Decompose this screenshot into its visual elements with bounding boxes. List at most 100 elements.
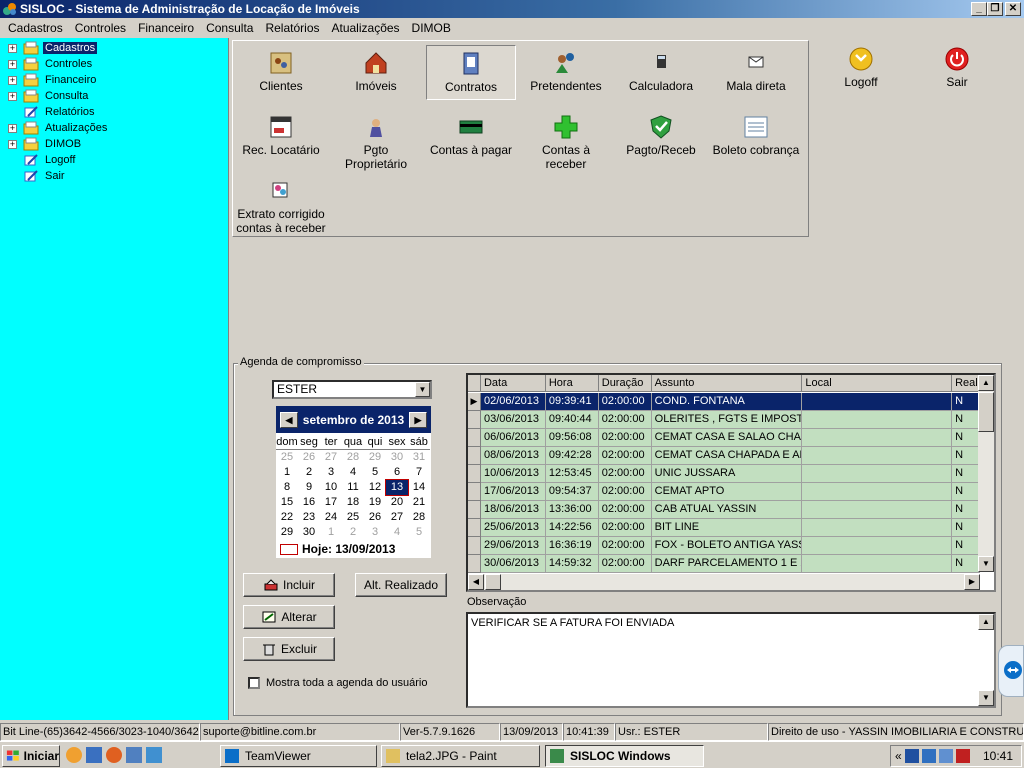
calendar-day[interactable]: 27 bbox=[386, 510, 408, 525]
shortcut-clientes[interactable]: Clientes bbox=[236, 45, 326, 98]
calendar-day[interactable]: 9 bbox=[298, 480, 320, 495]
calendar-day[interactable]: 31 bbox=[408, 450, 430, 465]
calendar-day[interactable]: 10 bbox=[320, 480, 342, 495]
show-all-agenda-option[interactable]: Mostra toda a agenda do usuário bbox=[248, 677, 427, 689]
calendar-day[interactable]: 26 bbox=[298, 450, 320, 465]
show-all-agenda-checkbox[interactable] bbox=[248, 677, 260, 689]
scroll-thumb[interactable] bbox=[978, 392, 994, 432]
calendar-day[interactable]: 25 bbox=[276, 450, 298, 465]
shortcut-mala-direta[interactable]: Mala direta bbox=[711, 45, 801, 98]
calendar-day[interactable]: 12 bbox=[364, 480, 386, 495]
calendar-day[interactable]: 5 bbox=[364, 465, 386, 480]
calendar-day[interactable]: 18 bbox=[342, 495, 364, 510]
calendar-day[interactable]: 3 bbox=[320, 465, 342, 480]
expand-icon[interactable]: + bbox=[8, 59, 17, 69]
firefox-icon[interactable] bbox=[106, 747, 122, 763]
calendar-day[interactable]: 2 bbox=[342, 525, 364, 540]
expand-icon[interactable]: + bbox=[8, 91, 17, 101]
calendar-day[interactable]: 16 bbox=[298, 495, 320, 510]
column-header[interactable]: Data bbox=[480, 375, 546, 392]
table-row[interactable]: 18/06/2013 13:36:00 02:00:00 CAB ATUAL YASS… bbox=[468, 501, 981, 519]
grid-horizontal-scrollbar[interactable]: ◀ ▶ bbox=[468, 574, 980, 590]
obs-scroll-up-icon[interactable]: ▲ bbox=[978, 614, 994, 630]
scroll-down-icon[interactable]: ▼ bbox=[978, 556, 994, 572]
table-row[interactable]: 08/06/2013 09:42:28 02:00:00 CEMAT CASA CHA… bbox=[468, 447, 981, 465]
grid-vertical-scrollbar[interactable]: ▲ ▼ bbox=[978, 375, 994, 572]
next-month-button[interactable]: ▶ bbox=[408, 411, 427, 428]
calendar-day[interactable]: 2 bbox=[298, 465, 320, 480]
menu-dimob[interactable]: DIMOB bbox=[406, 21, 457, 35]
media-player-icon[interactable] bbox=[66, 747, 82, 763]
prev-month-button[interactable]: ◀ bbox=[280, 411, 298, 428]
alt-realizado-button[interactable]: Alt. Realizado bbox=[355, 573, 447, 597]
tree-item-atualizacoes[interactable]: + Atualizações bbox=[0, 120, 109, 136]
tree-item-cadastros[interactable]: + Cadastros bbox=[0, 40, 98, 56]
calendar-day[interactable]: 23 bbox=[298, 510, 320, 525]
chevron-down-icon[interactable]: ▼ bbox=[415, 382, 430, 397]
calendar-day[interactable]: 25 bbox=[342, 510, 364, 525]
calendar-day[interactable]: 6 bbox=[386, 465, 408, 480]
scroll-up-icon[interactable]: ▲ bbox=[978, 375, 994, 391]
tree-item-relatorios[interactable]: Relatórios bbox=[0, 104, 97, 120]
calendar-day[interactable]: 20 bbox=[386, 495, 408, 510]
shortcut-contas-a-receber[interactable]: Contas à receber bbox=[521, 109, 611, 176]
shortcut-calculadora[interactable]: Calculadora bbox=[616, 45, 706, 98]
tree-item-sair[interactable]: Sair bbox=[0, 168, 67, 184]
calendar-day[interactable]: 1 bbox=[320, 525, 342, 540]
menu-controles[interactable]: Controles bbox=[69, 21, 132, 35]
teamviewer-side-tab[interactable] bbox=[998, 645, 1024, 697]
calendar-day[interactable]: 26 bbox=[364, 510, 386, 525]
tree-item-dimob[interactable]: + DIMOB bbox=[0, 136, 83, 152]
shortcut-boleto-cobranca[interactable]: Boleto cobrança bbox=[711, 109, 801, 162]
calendar-day[interactable]: 30 bbox=[386, 450, 408, 465]
calendar-day[interactable]: 4 bbox=[386, 525, 408, 540]
calendar-day[interactable]: 7 bbox=[408, 465, 430, 480]
calendar-day[interactable]: 5 bbox=[408, 525, 430, 540]
network-icon[interactable] bbox=[904, 749, 919, 763]
table-row[interactable]: 10/06/2013 12:53:45 02:00:00 UNIC JUSSARA N bbox=[468, 465, 981, 483]
table-row[interactable]: 06/06/2013 09:56:08 02:00:00 CEMAT CASA E S… bbox=[468, 429, 981, 447]
hscroll-thumb[interactable] bbox=[485, 574, 501, 590]
table-row[interactable]: 17/06/2013 09:54:37 02:00:00 CEMAT APTO N bbox=[468, 483, 981, 501]
close-button[interactable]: ✕ bbox=[1005, 2, 1021, 16]
calendar-day[interactable]: 21 bbox=[408, 495, 430, 510]
calendar-day[interactable]: 29 bbox=[364, 450, 386, 465]
tray-expand-icon[interactable]: « bbox=[895, 749, 902, 763]
taskbar-task-tela2-jpg-paint[interactable]: tela2.JPG - Paint bbox=[381, 745, 540, 767]
table-row[interactable]: ▶ 02/06/2013 09:39:41 02:00:00 COND. FONTANA… bbox=[468, 393, 981, 411]
calendar-day[interactable]: 8 bbox=[276, 480, 298, 495]
calendar-day[interactable]: 28 bbox=[342, 450, 364, 465]
shortcut-extrato-corrigido-contas-a-receber[interactable]: Extrato corrigido contas à receber bbox=[236, 173, 326, 240]
sair-shortcut[interactable]: Sair bbox=[912, 46, 1002, 89]
calendar-day[interactable]: 13 bbox=[385, 479, 409, 496]
taskbar-task-teamviewer[interactable]: TeamViewer bbox=[220, 745, 377, 767]
teamviewer-tray-icon[interactable] bbox=[921, 749, 936, 763]
tree-item-logoff[interactable]: Logoff bbox=[0, 152, 77, 168]
calendar-day[interactable]: 11 bbox=[342, 480, 364, 495]
column-header[interactable]: Local bbox=[802, 375, 953, 392]
menu-relatorios[interactable]: Relatórios bbox=[259, 21, 325, 35]
calendar-day[interactable]: 3 bbox=[364, 525, 386, 540]
column-header[interactable]: Hora bbox=[545, 375, 599, 392]
menu-cadastros[interactable]: Cadastros bbox=[2, 21, 69, 35]
expand-icon[interactable]: + bbox=[8, 139, 17, 149]
column-header[interactable]: Real bbox=[952, 375, 981, 392]
calendar-day[interactable]: 1 bbox=[276, 465, 298, 480]
expand-icon[interactable]: + bbox=[8, 43, 17, 53]
start-button[interactable]: Iniciar bbox=[2, 745, 60, 767]
logoff-shortcut[interactable]: Logoff bbox=[816, 46, 906, 89]
menu-consulta[interactable]: Consulta bbox=[200, 21, 259, 35]
menu-atualizacoes[interactable]: Atualizações bbox=[326, 21, 406, 35]
shortcut-rec-locatario[interactable]: Rec. Locatário bbox=[236, 109, 326, 162]
pdf-icon[interactable] bbox=[955, 749, 970, 763]
calendar-day[interactable]: 4 bbox=[342, 465, 364, 480]
excluir-button[interactable]: Excluir bbox=[243, 637, 335, 661]
calendar-day[interactable]: 17 bbox=[320, 495, 342, 510]
expand-icon[interactable]: + bbox=[8, 123, 17, 133]
table-row[interactable]: 30/06/2013 14:59:32 02:00:00 DARF PARCELAME… bbox=[468, 555, 981, 573]
scroll-right-icon[interactable]: ▶ bbox=[964, 574, 980, 590]
user-select[interactable]: ESTER ▼ bbox=[272, 380, 432, 399]
calendar-day[interactable]: 19 bbox=[364, 495, 386, 510]
restore-button[interactable]: ❐ bbox=[987, 2, 1003, 16]
taskbar-task-sisloc-windows[interactable]: SISLOC Windows bbox=[545, 745, 704, 767]
